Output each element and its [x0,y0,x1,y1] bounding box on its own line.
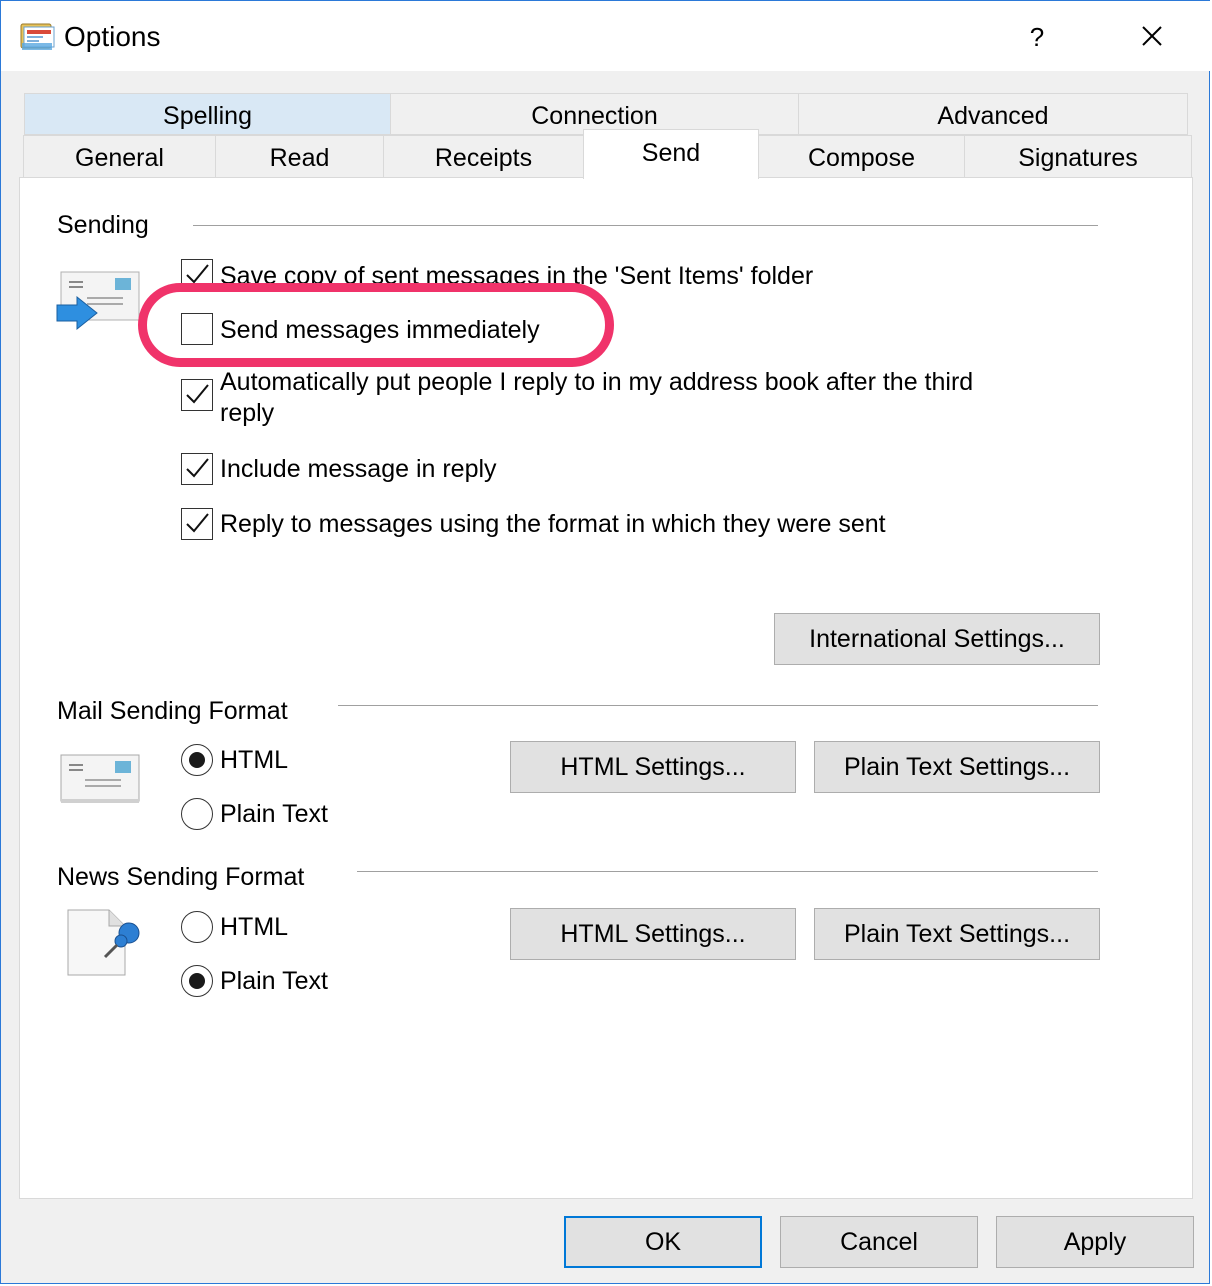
news-html-label: HTML [220,913,289,941]
mail-format-section-label: Mail Sending Format [57,697,288,725]
tab-label: Send [641,139,701,167]
radio-selected-dot [189,752,205,768]
tab-label: Connection [531,102,658,130]
sending-section-rule [193,225,1098,226]
mail-html-label: HTML [220,746,289,774]
international-settings-button[interactable]: International Settings... [774,613,1100,665]
auto-address-book-checkbox[interactable] [181,379,213,411]
mail-plain-text-settings-button[interactable]: Plain Text Settings... [814,741,1100,793]
mail-plain-text-radio[interactable] [181,798,213,830]
tab-compose[interactable]: Compose [758,135,965,178]
reply-format-checkbox[interactable] [181,508,213,540]
mail-plain-text-label: Plain Text [220,800,328,828]
tab-send[interactable]: Send [583,129,759,179]
tab-label: Spelling [163,102,252,130]
news-plain-text-label: Plain Text [220,967,328,995]
sending-section-label: Sending [57,211,149,239]
news-post-icon [65,907,145,979]
radio-selected-dot [189,973,205,989]
close-button[interactable] [1125,15,1179,59]
window-title: Options [64,21,161,52]
include-message-label: Include message in reply [220,455,497,483]
ok-button[interactable]: OK [564,1216,762,1268]
reply-format-label: Reply to messages using the format in wh… [220,510,886,538]
help-button[interactable]: ? [1011,17,1063,57]
send-immediately-checkbox[interactable] [181,313,213,345]
tab-label: Read [269,144,330,172]
tab-label: Advanced [937,102,1049,130]
mail-app-icon [19,19,57,53]
send-immediately-label: Send messages immediately [220,316,540,344]
close-icon [1142,26,1162,46]
cancel-button[interactable]: Cancel [780,1216,978,1268]
tab-receipts[interactable]: Receipts [383,135,584,178]
save-copy-label: Save copy of sent messages in the 'Sent … [220,262,814,290]
tab-read[interactable]: Read [215,135,384,178]
news-plain-text-radio[interactable] [181,965,213,997]
news-format-section-rule [357,871,1098,872]
news-html-radio[interactable] [181,911,213,943]
send-mail-icon [55,269,141,333]
tab-advanced[interactable]: Advanced [798,93,1188,135]
mail-envelope-icon [59,753,141,805]
tab-spelling[interactable]: Spelling [24,93,391,135]
news-plain-text-settings-button[interactable]: Plain Text Settings... [814,908,1100,960]
tab-label: General [75,144,164,172]
tab-label: Signatures [1018,144,1138,172]
auto-address-book-label: Automatically put people I reply to in m… [220,368,974,427]
save-copy-checkbox[interactable] [181,259,213,291]
tab-label: Compose [808,144,915,172]
apply-button[interactable]: Apply [996,1216,1194,1268]
tab-label: Receipts [434,144,533,172]
news-format-section-label: News Sending Format [57,863,305,891]
options-dialog: Options ? Spelling Connection Advanced G… [0,0,1211,1284]
mail-html-settings-button[interactable]: HTML Settings... [510,741,796,793]
tab-general[interactable]: General [23,135,216,178]
title-bar: Options ? [1,1,1211,71]
tab-signatures[interactable]: Signatures [964,135,1192,178]
news-html-settings-button[interactable]: HTML Settings... [510,908,796,960]
mail-html-radio[interactable] [181,744,213,776]
mail-format-section-rule [338,705,1098,706]
include-message-checkbox[interactable] [181,453,213,485]
